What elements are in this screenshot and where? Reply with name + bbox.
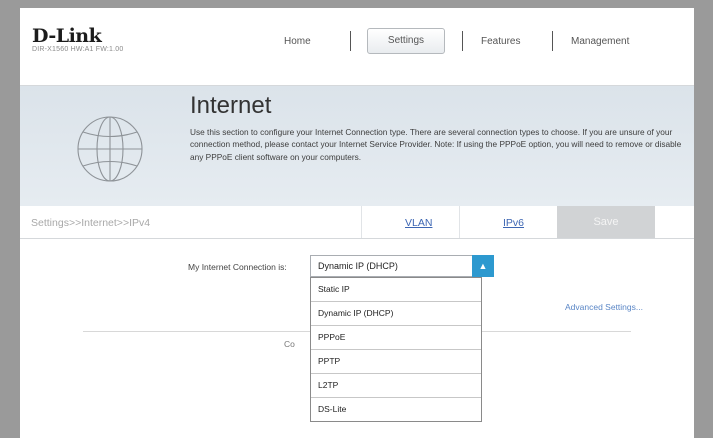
model-info: DIR-X1560 HW:A1 FW:1.00 [32, 46, 124, 53]
router-settings-page: D-Link DIR-X1560 HW:A1 FW:1.00 Home Sett… [20, 8, 694, 438]
nav-separator [552, 31, 553, 51]
nav-separator [462, 31, 463, 51]
page-description: Use this section to configure your Inter… [190, 127, 682, 162]
chevron-up-icon[interactable]: ▲ [472, 255, 494, 277]
dropdown-option-ds-lite[interactable]: DS-Lite [311, 398, 481, 422]
toolbar-divider [459, 206, 460, 238]
save-button[interactable]: Save [557, 206, 655, 238]
header: D-Link DIR-X1560 HW:A1 FW:1.00 Home Sett… [20, 8, 694, 86]
page-title: Internet [190, 92, 272, 119]
breadcrumb: Settings>>Internet>>IPv4 [31, 217, 151, 229]
nav-separator [350, 31, 351, 51]
nav-features[interactable]: Features [481, 36, 520, 47]
dropdown-option-static-ip[interactable]: Static IP [311, 278, 481, 302]
globe-icon [77, 116, 143, 182]
connection-type-select[interactable]: Dynamic IP (DHCP) ▲ [310, 255, 494, 277]
obscured-text: Co [284, 339, 295, 349]
dropdown-option-dynamic-ip[interactable]: Dynamic IP (DHCP) [311, 302, 481, 326]
dropdown-option-l2tp[interactable]: L2TP [311, 374, 481, 398]
dlink-logo[interactable]: D-Link [32, 25, 102, 47]
connection-type-dropdown: Static IP Dynamic IP (DHCP) PPPoE PPTP L… [310, 277, 482, 422]
nav-home[interactable]: Home [284, 36, 311, 47]
nav-settings[interactable]: Settings [367, 28, 445, 54]
vlan-link[interactable]: VLAN [405, 217, 432, 229]
page-banner: Internet Use this section to configure y… [20, 86, 694, 206]
connection-type-value: Dynamic IP (DHCP) [318, 261, 398, 271]
ipv6-link[interactable]: IPv6 [503, 217, 524, 229]
dropdown-option-pppoe[interactable]: PPPoE [311, 326, 481, 350]
settings-toolbar: Settings>>Internet>>IPv4 VLAN IPv6 Save [20, 206, 694, 239]
dropdown-option-pptp[interactable]: PPTP [311, 350, 481, 374]
connection-type-label: My Internet Connection is: [188, 262, 287, 272]
toolbar-divider [361, 206, 362, 238]
nav-management[interactable]: Management [571, 36, 629, 47]
advanced-settings-link[interactable]: Advanced Settings... [565, 302, 643, 312]
